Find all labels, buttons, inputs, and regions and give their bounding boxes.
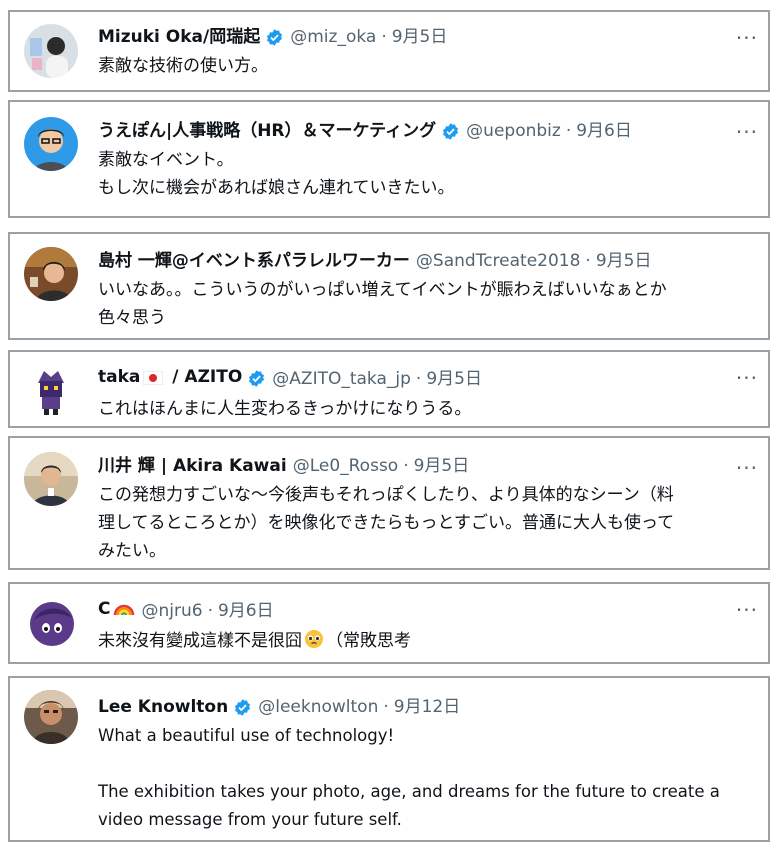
author-handle[interactable]: @SandTcreate2018 (416, 250, 581, 272)
avatar[interactable] (24, 117, 78, 171)
separator-dot: · (403, 456, 409, 476)
japan-flag-icon (142, 369, 164, 391)
author-name[interactable]: 川井 輝 | Akira Kawai (98, 455, 287, 477)
author-handle[interactable]: @AZITO_taka_jp (272, 368, 411, 390)
more-options-icon[interactable]: ··· (736, 458, 758, 478)
tweet-text: これはほんまに人生変わるきっかけになりうる。 (98, 399, 472, 419)
avatar[interactable] (24, 24, 78, 78)
separator-dot: · (415, 368, 422, 389)
pleading-face-icon (304, 629, 324, 658)
more-options-icon[interactable]: ··· (736, 600, 758, 620)
more-options-icon[interactable]: ··· (736, 122, 758, 142)
separator-dot: · (207, 600, 213, 621)
tweet-text: 素敵な技術の使い方。 (98, 56, 268, 76)
verified-badge-icon (265, 28, 284, 47)
tweet-text: この発想力すごいな〜今後声もそれっぽくしたり、より具体的なシーン（料 理してると… (98, 485, 675, 561)
author-handle[interactable]: @Le0_Rosso (293, 455, 399, 477)
tweet-card[interactable]: うえぽん|人事戦略（HR）＆マーケティング @ueponbiz · 9月6日 素… (8, 100, 770, 218)
more-options-icon[interactable]: ··· (736, 368, 758, 388)
tweet-date[interactable]: 9月6日 (218, 600, 274, 622)
author-handle[interactable]: @miz_oka (290, 26, 376, 48)
separator-dot: · (585, 251, 591, 271)
tweet-card[interactable]: C @njru6 · 9月6日 未來沒有變成這樣不是很囧 （常敗思考 ··· (8, 582, 770, 664)
more-options-icon[interactable]: ··· (736, 28, 758, 48)
avatar[interactable] (24, 596, 78, 650)
tweet-date[interactable]: 9月5日 (414, 455, 470, 477)
author-name[interactable]: taka / AZITO (98, 366, 242, 391)
tweet-text: 未來沒有變成這樣不是很囧 （常敗思考 (98, 627, 728, 658)
tweet-text: What a beautiful use of technology! The … (98, 726, 720, 829)
verified-badge-icon (233, 698, 252, 717)
tweet-date[interactable]: 9月5日 (426, 368, 482, 390)
verified-badge-icon (247, 369, 266, 388)
tweet-card[interactable]: taka / AZITO @AZITO_taka_jp · 9月5日 これはほん… (8, 350, 770, 428)
avatar[interactable] (24, 452, 78, 506)
separator-dot: · (383, 697, 389, 717)
separator-dot: · (565, 121, 572, 141)
author-handle[interactable]: @njru6 (141, 600, 202, 622)
separator-dot: · (381, 27, 387, 47)
author-handle[interactable]: @leeknowlton (258, 696, 378, 718)
author-name[interactable]: Lee Knowlton (98, 696, 228, 718)
tweet-date[interactable]: 9月6日 (576, 120, 632, 142)
avatar[interactable] (24, 363, 78, 417)
avatar[interactable] (24, 690, 78, 744)
author-name[interactable]: Mizuki Oka/岡瑞起 (98, 26, 260, 48)
rainbow-icon (113, 599, 135, 623)
tweet-text: いいなあ。。こういうのがいっぱい増えてイベントが賑わえばいいなぁとか 色々思う (98, 280, 667, 328)
tweet-date[interactable]: 9月5日 (392, 26, 448, 48)
tweet-card[interactable]: Mizuki Oka/岡瑞起 @miz_oka · 9月5日 素敵な技術の使い方… (8, 10, 770, 92)
author-name[interactable]: うえぽん|人事戦略（HR）＆マーケティング (98, 120, 436, 142)
tweet-card[interactable]: Lee Knowlton @leeknowlton · 9月12日 What a… (8, 676, 770, 842)
tweet-date[interactable]: 9月5日 (596, 250, 652, 272)
author-name[interactable]: C (98, 598, 135, 623)
tweet-card[interactable]: 島村 一輝@イベント系パラレルワーカー @SandTcreate2018 · 9… (8, 232, 770, 340)
tweet-text: 素敵なイベント。 もし次に機会があれば娘さん連れていきたい。 (98, 150, 455, 198)
tweet-date[interactable]: 9月12日 (394, 696, 460, 718)
tweet-card[interactable]: 川井 輝 | Akira Kawai @Le0_Rosso · 9月5日 この発… (8, 436, 770, 570)
avatar[interactable] (24, 247, 78, 301)
author-handle[interactable]: @ueponbiz (466, 120, 561, 142)
author-name[interactable]: 島村 一輝@イベント系パラレルワーカー (98, 250, 410, 272)
verified-badge-icon (441, 122, 460, 141)
